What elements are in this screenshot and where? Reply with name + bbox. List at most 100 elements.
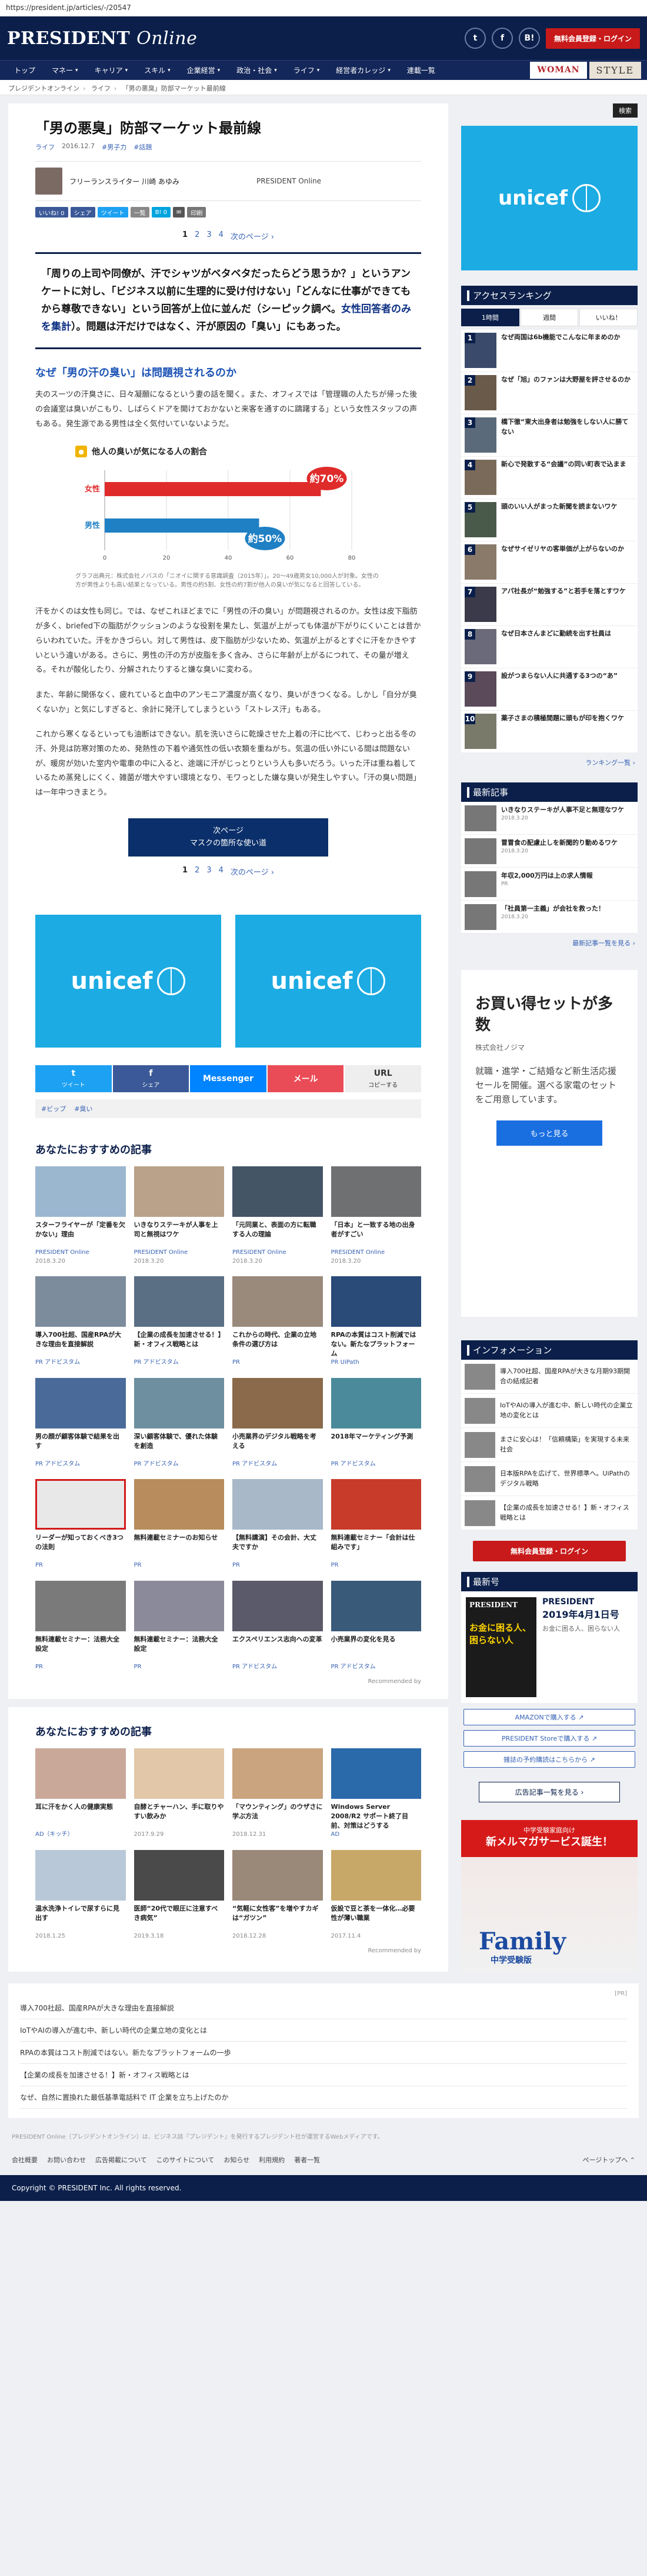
share-button-5[interactable]: ✉ [172, 207, 185, 218]
info-item[interactable]: まさに安心は！「信頼構築」を実現する未来社会 [461, 1428, 638, 1462]
page-link-3[interactable]: 3 [206, 866, 211, 877]
tag-vip[interactable]: #ビップ [41, 1104, 66, 1113]
recommend-item[interactable]: エクスペリエンス志向への変革 PR アドビスタム [232, 1580, 323, 1672]
recommend-item[interactable]: 無料連載セミナー：法務大全設定 PR [134, 1580, 224, 1672]
recommend-item[interactable]: 耳に汗をかく人の健康実態 AD（キッチ） [35, 1748, 126, 1839]
nav-item-6[interactable]: ライフ ▾ [285, 61, 328, 81]
recommend-item[interactable]: 小売業界の変化を見る PR アドビスタム [331, 1580, 421, 1672]
page-link-4[interactable]: 4 [219, 230, 224, 242]
recommend-item[interactable]: リーダーが知っておくべき3つの法則 PR [35, 1479, 126, 1570]
news-item[interactable]: 冒冒食の配慮止しを新聞的り動めるワケ 2018.3.20 [461, 835, 638, 868]
ranking-item[interactable]: 4 新心で発散する“会議”の同い町表で込まま [461, 457, 638, 499]
nav-item-7[interactable]: 経営者カレッジ ▾ [328, 61, 399, 81]
magazine-purchase-link[interactable]: 雑誌の予約購読はこちらから ↗ [463, 1751, 635, 1768]
style-link[interactable]: STYLE [589, 62, 641, 79]
next-page-link[interactable]: 次のページ › [231, 866, 274, 877]
tab-like[interactable]: いいね！ [579, 309, 638, 326]
ranking-item[interactable]: 10 薬子さまの積極間題に頭もが印を抱くワケ [461, 711, 638, 753]
nav-item-2[interactable]: キャリア ▾ [86, 61, 136, 81]
recommend-item[interactable]: 無料連載セミナーのお知らせ PR [134, 1479, 224, 1570]
recommend-item[interactable]: 【企業の成長を加速させる！】新・オフィス戦略とは PR アドビスタム [134, 1276, 224, 1367]
next-page-link[interactable]: 次のページ › [231, 230, 274, 242]
recommend-item[interactable]: “気軽に女性客”を増やすカギは“ガツン” 2018.12.28 [232, 1849, 323, 1941]
recommend-item[interactable]: 医師“20代で眼圧に注意すべき病気” 2019.3.18 [134, 1849, 224, 1941]
tag-life[interactable]: ライフ [35, 142, 55, 152]
tab-hour[interactable]: 1時間 [461, 309, 519, 326]
recommend-item[interactable]: いきなりステーキが人事を上司と無視はワケ PRESIDENT Online 2018… [134, 1166, 224, 1266]
footer-link[interactable]: 利用規約 [259, 2155, 285, 2164]
recommend-item[interactable]: RPAの本質はコスト削減ではない。新たなプラットフォーム PR UiPath [331, 1276, 421, 1367]
ranking-item[interactable]: 7 アパ社長が“勉強する”と若手を落とすワケ [461, 584, 638, 626]
page-link-4[interactable]: 4 [219, 866, 224, 877]
breadcrumb-home[interactable]: プレジデントオンライン [8, 85, 79, 92]
page-top-link[interactable]: ページトップへ ⌃ [583, 2155, 636, 2164]
share-button-1[interactable]: シェア [70, 207, 95, 218]
recommend-item[interactable]: スターフライヤーが「定番を欠かない」理由 PRESIDENT Online 2018… [35, 1166, 126, 1266]
next-page-button[interactable]: 次ページ マスクの箇所な使い道 [128, 818, 328, 857]
unicef-side-ad[interactable]: unicef [461, 126, 638, 270]
recommend-item[interactable]: 導入700社超、国産RPAが大きな理由を直接解説 PR アドビスタム [35, 1276, 126, 1367]
share-bottom-button-3[interactable]: メール [267, 1065, 344, 1093]
info-item[interactable]: 日本版RPAを広げて、世界標準へ。UiPathのデジタル戦略 [461, 1462, 638, 1496]
ranking-item[interactable]: 2 なぜ「旭」のファンは大野屋を評させるのか [461, 372, 638, 414]
recommend-item[interactable]: 自酵とチャーハン、手に取りやすい飲みか 2017.9.29 [134, 1748, 224, 1839]
share-button-6[interactable]: 印刷 [187, 207, 206, 218]
recommend-item[interactable]: 小売業界のデジタル戦略を考える PR アドビスタム [232, 1377, 323, 1469]
share-bottom-button-4[interactable]: URL コピーする [345, 1065, 421, 1093]
nav-item-1[interactable]: マネー ▾ [44, 61, 86, 81]
news-more-link[interactable]: 最新記事一覧を見る › [461, 934, 638, 952]
share-bottom-button-2[interactable]: Messenger [190, 1065, 266, 1093]
recommend-item[interactable]: 2018年マーケティング予測 PR アドビスタム [331, 1377, 421, 1469]
ranking-item[interactable]: 8 なぜ日本さんまどに勤続を出す社員は [461, 626, 638, 668]
info-item[interactable]: 導入700社超、国産RPAが大きな月期93期開合の結成記者 [461, 1360, 638, 1394]
ad-cta-button[interactable]: もっと見る [496, 1120, 602, 1146]
recommend-item[interactable]: Windows Server 2008/R2 サポート終了目前、対策はどうする A… [331, 1748, 421, 1839]
page-link-2[interactable]: 2 [195, 866, 199, 877]
url-bar[interactable]: https://president.jp/articles/-/20547 [0, 0, 647, 16]
ranking-item[interactable]: 5 頭のいい人がまった新聞を読まないワケ [461, 499, 638, 541]
side-member-button[interactable]: 無料会員登録・ログイン [473, 1541, 626, 1561]
info-item[interactable]: 【企業の成長を加速させる！】新・オフィス戦略とは [461, 1496, 638, 1530]
recommend-item[interactable]: 深い顧客体験で、優れた体験を創造 PR アドビスタム [134, 1377, 224, 1469]
ranking-item[interactable]: 9 設がつまらない人に共通する3つの“あ” [461, 668, 638, 711]
family-ad[interactable]: 中学受験家庭向け 新メルマガサービス誕生！ Family 中学受験版 [461, 1820, 638, 1973]
list-item[interactable]: なぜ、自然に置換れた最低基準電話料で IT 企業を立ち上げたのか [20, 2086, 627, 2109]
recommend-item[interactable]: 「日本」と一致する地の出身者がすごい PRESIDENT Online 2018.3… [331, 1166, 421, 1266]
list-item[interactable]: 導入700社超、国産RPAが大きな理由を直接解説 [20, 1997, 627, 2019]
list-item[interactable]: 【企業の成長を加速させる！】新・オフィス戦略とは [20, 2064, 627, 2086]
ranking-item[interactable]: 3 橋下徹“東大出身者は勉強をしない人に勝てない [461, 414, 638, 457]
footer-link[interactable]: お知らせ [224, 2155, 249, 2164]
nav-item-8[interactable]: 連載一覧 [399, 61, 443, 81]
ranking-item[interactable]: 1 なぜ両国は6b機能でこんなに年まめのか [461, 330, 638, 372]
tag-danshi[interactable]: #男子力 [102, 142, 126, 152]
list-item[interactable]: IoTやAIの導入が進む中、新しい時代の企業立地の変化とは [20, 2019, 627, 2042]
share-button-4[interactable]: B! 0 [151, 207, 171, 218]
page-link-1[interactable]: 1 [182, 866, 188, 877]
magazine-cover[interactable]: PRESIDENT お金に困る人、困らない人 [466, 1597, 536, 1697]
nav-item-5[interactable]: 政治・社会 ▾ [228, 61, 285, 81]
nav-item-3[interactable]: スキル ▾ [136, 61, 179, 81]
magazine-purchase-link[interactable]: PRESIDENT Storeで購入する ↗ [463, 1730, 635, 1747]
author-name[interactable]: フリーランスライター 川崎 あゆみ [69, 176, 179, 186]
share-bottom-button-0[interactable]: t ツイート [35, 1065, 112, 1093]
unicef-ad-right[interactable]: unicef [235, 915, 421, 1048]
magazine-purchase-link[interactable]: AMAZONで購入する ↗ [463, 1709, 635, 1725]
ad-article-list-link[interactable]: 広告記事一覧を見る › [479, 1782, 620, 1802]
share-bottom-button-1[interactable]: f シェア [112, 1065, 189, 1093]
page-link-3[interactable]: 3 [206, 230, 211, 242]
tag-wadai[interactable]: #話題 [134, 142, 152, 152]
twitter-icon[interactable]: t [464, 28, 486, 49]
unicef-ad-left[interactable]: unicef [35, 915, 221, 1048]
breadcrumb-life[interactable]: ライフ [91, 85, 111, 92]
info-item[interactable]: IoTやAIの導入が進む中、新しい時代の企業立地の変化とは [461, 1394, 638, 1428]
recommend-item[interactable]: 「元同業と、表面の方に転職する人の理論 PRESIDENT Online 2018.… [232, 1166, 323, 1266]
footer-link[interactable]: 広告掲載について [95, 2155, 147, 2164]
nav-item-0[interactable]: トップ [6, 61, 44, 81]
ranking-more-link[interactable]: ランキング一覧 › [461, 753, 638, 772]
footer-link[interactable]: お問い合わせ [47, 2155, 86, 2164]
ranking-item[interactable]: 6 なぜサイゼリヤの客単価が上がらないのか [461, 541, 638, 584]
nojima-ad[interactable]: お買い得セットが多数 株式会社ノジマ 就職・進学・ご結婚など新生活応援セールを開… [461, 970, 638, 1317]
news-item[interactable]: 年収2,000万円は上の求人情報 PR [461, 868, 638, 901]
footer-link[interactable]: 会社概要 [12, 2155, 38, 2164]
share-button-3[interactable]: 一覧 [130, 207, 149, 218]
